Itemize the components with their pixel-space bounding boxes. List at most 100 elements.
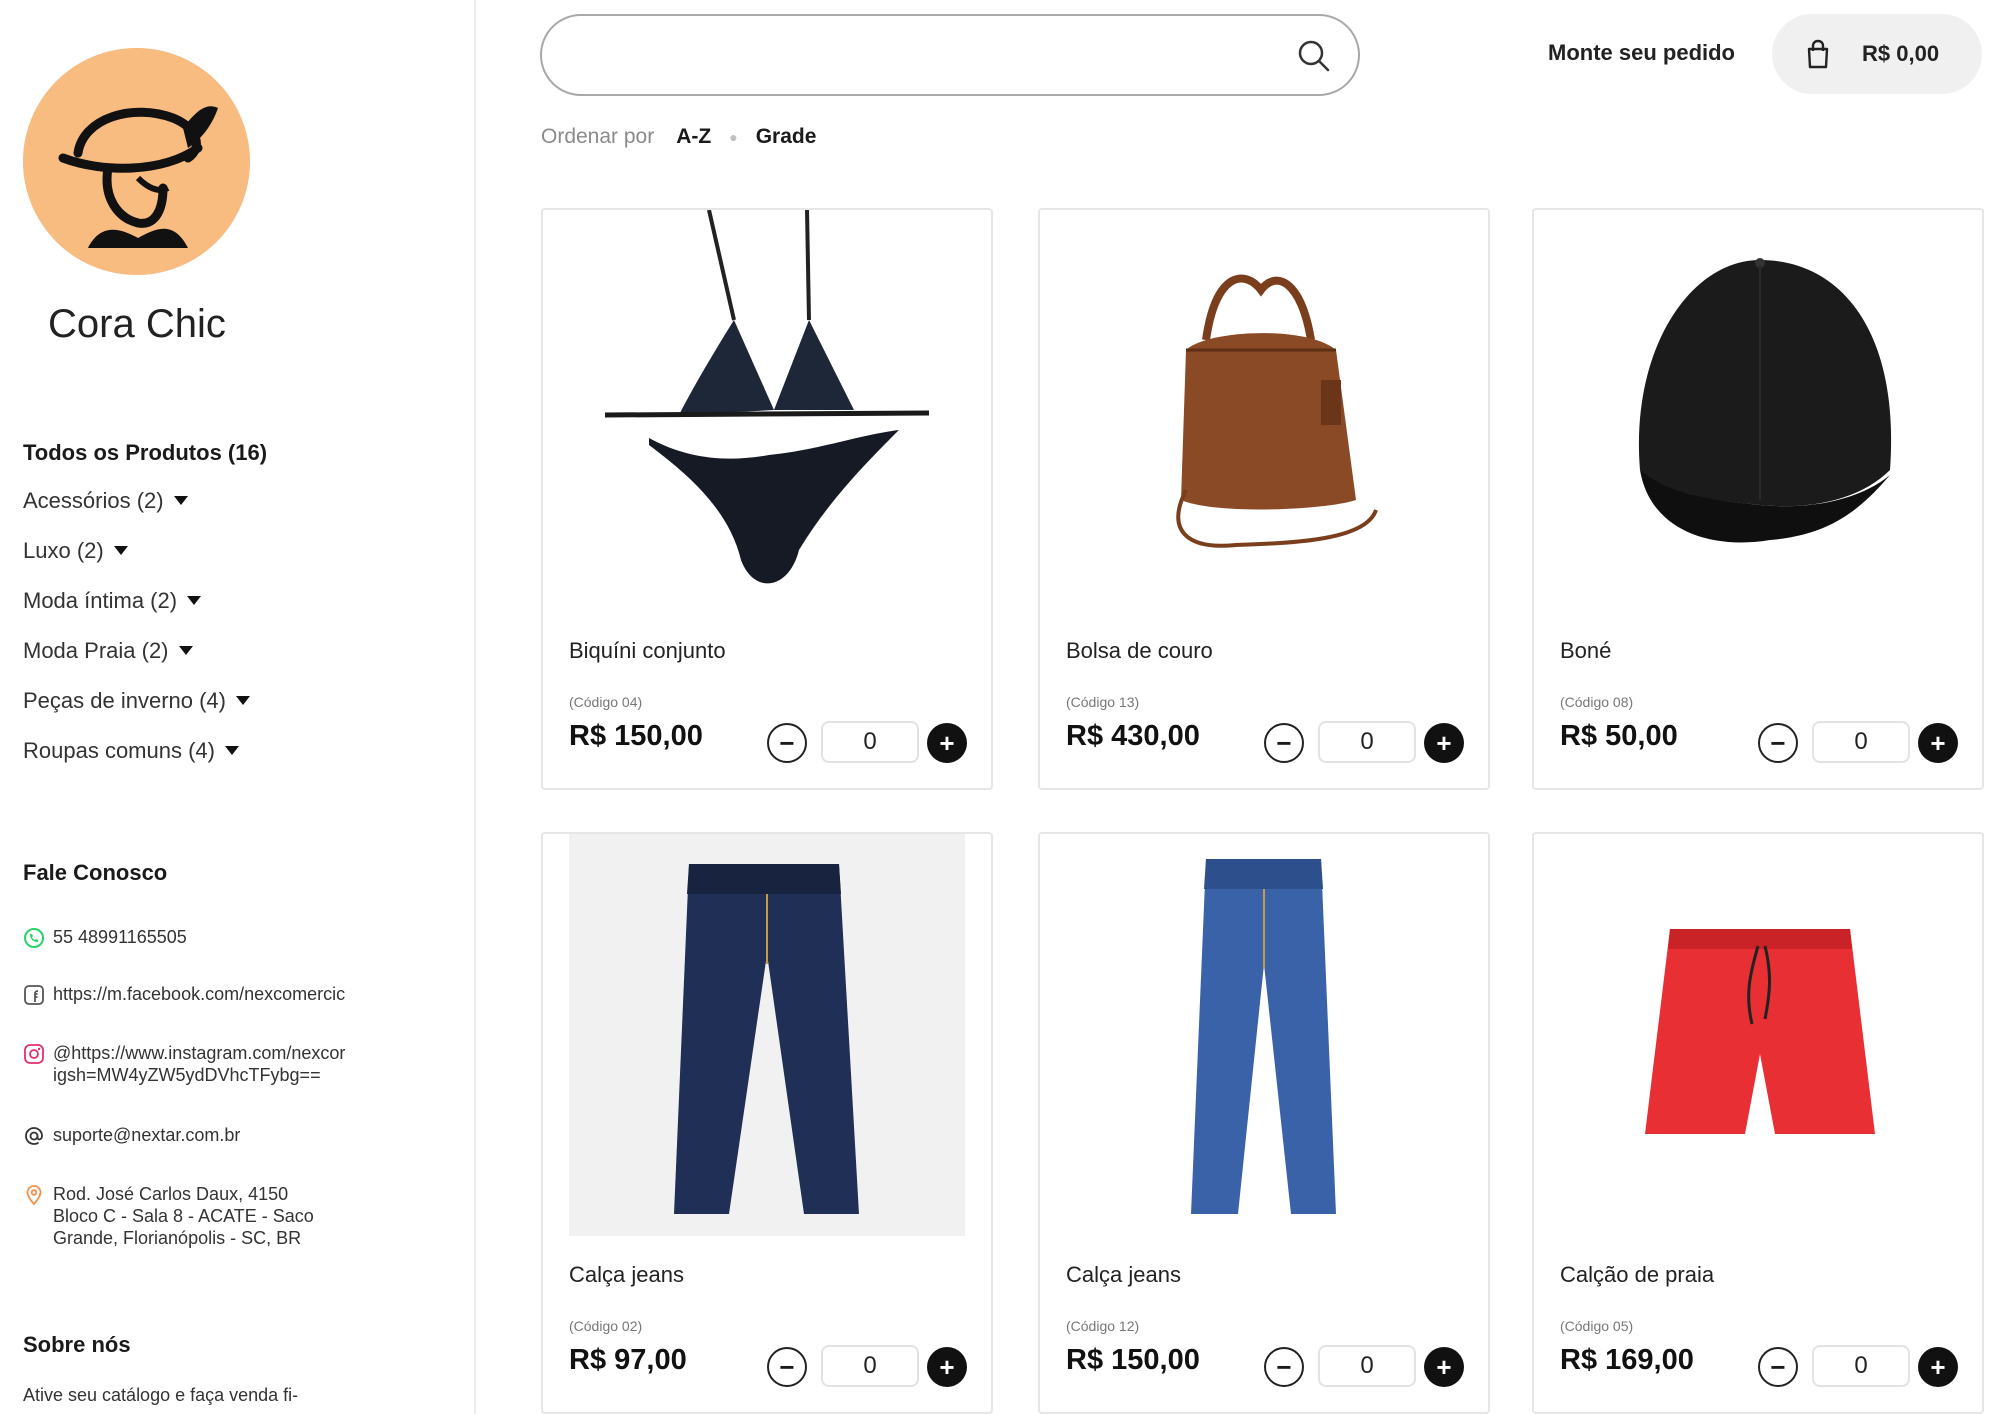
product-code: (Código 12) xyxy=(1066,1318,1140,1334)
category-label: Peças de inverno (4) xyxy=(23,688,226,713)
minus-icon: − xyxy=(1276,1352,1292,1382)
product-card[interactable]: Boné (Código 08) R$ 50,00 − 0 + xyxy=(1532,208,1984,790)
increase-qty-button[interactable]: + xyxy=(1424,723,1464,763)
shopping-bag-icon xyxy=(1807,39,1829,69)
contact-email[interactable]: suporte@nextar.com.br xyxy=(23,1124,403,1147)
about-title: Sobre nós xyxy=(23,1332,131,1357)
quantity-input[interactable]: 0 xyxy=(821,1345,919,1387)
store-logo[interactable] xyxy=(23,48,250,275)
minus-icon: − xyxy=(1276,728,1292,758)
about-text: Ative seu catálogo e faça venda fi- xyxy=(23,1385,299,1405)
minus-icon: − xyxy=(1770,728,1786,758)
decrease-qty-button[interactable]: − xyxy=(1758,1347,1798,1387)
product-name[interactable]: Calção de praia xyxy=(1560,1262,1714,1288)
quantity-input[interactable]: 0 xyxy=(1812,1345,1910,1387)
decrease-qty-button[interactable]: − xyxy=(767,1347,807,1387)
product-name[interactable]: Biquíni conjunto xyxy=(569,638,726,664)
product-name[interactable]: Calça jeans xyxy=(569,1262,684,1288)
decrease-qty-button[interactable]: − xyxy=(767,723,807,763)
product-image-handbag[interactable] xyxy=(1066,210,1462,612)
location-pin-icon xyxy=(26,1185,42,1206)
quantity-input[interactable]: 0 xyxy=(1318,721,1416,763)
quantity-input[interactable]: 0 xyxy=(1812,721,1910,763)
increase-qty-button[interactable]: + xyxy=(927,723,967,763)
separator-dot: ● xyxy=(729,129,738,145)
decrease-qty-button[interactable]: − xyxy=(1758,723,1798,763)
sort-order-select[interactable]: A-Z xyxy=(676,125,711,149)
quantity-input[interactable]: 0 xyxy=(1318,1345,1416,1387)
product-name[interactable]: Bolsa de couro xyxy=(1066,638,1213,664)
product-card[interactable]: Calça jeans (Código 12) R$ 150,00 − 0 + xyxy=(1038,832,1490,1414)
product-image-swim-shorts[interactable] xyxy=(1560,834,1956,1236)
caret-down-icon[interactable] xyxy=(224,746,239,755)
product-card[interactable]: Biquíni conjunto (Código 04) R$ 150,00 −… xyxy=(541,208,993,790)
category-label: Moda Praia (2) xyxy=(23,638,169,663)
product-code: (Código 08) xyxy=(1560,694,1634,710)
caret-down-icon[interactable] xyxy=(187,596,202,605)
category-label: Roupas comuns (4) xyxy=(23,738,215,763)
plus-icon: + xyxy=(1436,1352,1452,1382)
plus-icon: + xyxy=(939,728,955,758)
contact-facebook[interactable]: https://m.facebook.com/nexcomercic xyxy=(23,983,403,1006)
decrease-qty-button[interactable]: − xyxy=(1264,1347,1304,1387)
plus-icon: + xyxy=(1930,1352,1946,1382)
increase-qty-button[interactable]: + xyxy=(1918,1347,1958,1387)
facebook-icon xyxy=(24,985,44,1005)
product-name[interactable]: Boné xyxy=(1560,638,1611,664)
product-price: R$ 150,00 xyxy=(569,720,703,752)
increase-qty-button[interactable]: + xyxy=(1918,723,1958,763)
email-text: suporte@nextar.com.br xyxy=(53,1125,241,1145)
product-price: R$ 150,00 xyxy=(1066,1344,1200,1376)
caret-down-icon[interactable] xyxy=(236,696,250,705)
caret-down-icon[interactable] xyxy=(113,546,128,555)
product-name[interactable]: Calça jeans xyxy=(1066,1262,1181,1288)
category-item[interactable]: Peças de inverno (4) xyxy=(23,688,267,738)
product-card[interactable]: Calção de praia (Código 05) R$ 169,00 − … xyxy=(1532,832,1984,1414)
product-price: R$ 430,00 xyxy=(1066,720,1200,752)
product-code: (Código 02) xyxy=(569,1318,643,1334)
search-input[interactable] xyxy=(540,14,1360,96)
plus-icon: + xyxy=(1436,728,1452,758)
cart-button[interactable]: R$ 0,00 xyxy=(1772,14,1982,94)
product-code: (Código 04) xyxy=(569,694,643,710)
product-image-bikini[interactable] xyxy=(569,210,965,612)
minus-icon: − xyxy=(779,728,795,758)
view-mode-select[interactable]: Grade xyxy=(756,125,817,149)
product-code: (Código 05) xyxy=(1560,1318,1634,1334)
product-card[interactable]: Bolsa de couro (Código 13) R$ 430,00 − 0… xyxy=(1038,208,1490,790)
category-label: Acessórios (2) xyxy=(23,488,164,513)
category-item[interactable]: Moda íntima (2) xyxy=(23,588,267,638)
increase-qty-button[interactable]: + xyxy=(1424,1347,1464,1387)
category-item[interactable]: Roupas comuns (4) xyxy=(23,738,267,788)
quantity-input[interactable]: 0 xyxy=(821,721,919,763)
category-all[interactable]: Todos os Produtos (16) xyxy=(23,440,267,466)
instagram-text: @https://www.instagram.com/nexcor igsh=M… xyxy=(53,1043,346,1085)
category-item[interactable]: Acessórios (2) xyxy=(23,488,267,538)
minus-icon: − xyxy=(779,1352,795,1382)
whatsapp-icon xyxy=(24,928,44,948)
product-image-cap[interactable] xyxy=(1560,210,1956,612)
build-order-link[interactable]: Monte seu pedido xyxy=(1548,40,1735,66)
product-image-jeans[interactable] xyxy=(569,834,965,1236)
contact-instagram[interactable]: @https://www.instagram.com/nexcor igsh=M… xyxy=(23,1042,403,1086)
sort-label: Ordenar por xyxy=(541,125,655,148)
instagram-icon xyxy=(24,1044,44,1064)
caret-down-icon[interactable] xyxy=(178,646,193,655)
search-icon[interactable] xyxy=(1296,38,1332,74)
category-list: Todos os Produtos (16) Acessórios (2) Lu… xyxy=(23,440,267,788)
increase-qty-button[interactable]: + xyxy=(927,1347,967,1387)
phone-text: 55 48991165505 xyxy=(53,927,187,947)
facebook-text: https://m.facebook.com/nexcomercic xyxy=(53,984,346,1004)
caret-down-icon[interactable] xyxy=(173,496,188,505)
decrease-qty-button[interactable]: − xyxy=(1264,723,1304,763)
product-card[interactable]: Calça jeans (Código 02) R$ 97,00 − 0 + xyxy=(541,832,993,1414)
category-label: Moda íntima (2) xyxy=(23,588,178,613)
contact-address[interactable]: Rod. José Carlos Daux, 4150 Bloco C - Sa… xyxy=(23,1183,403,1249)
category-item[interactable]: Moda Praia (2) xyxy=(23,638,267,688)
category-item[interactable]: Luxo (2) xyxy=(23,538,267,588)
product-image-jeans[interactable] xyxy=(1066,834,1462,1236)
category-label: Luxo (2) xyxy=(23,538,104,563)
contact-title: Fale Conosco xyxy=(23,860,168,885)
minus-icon: − xyxy=(1770,1352,1786,1382)
contact-phone[interactable]: 55 48991165505 xyxy=(23,926,403,949)
